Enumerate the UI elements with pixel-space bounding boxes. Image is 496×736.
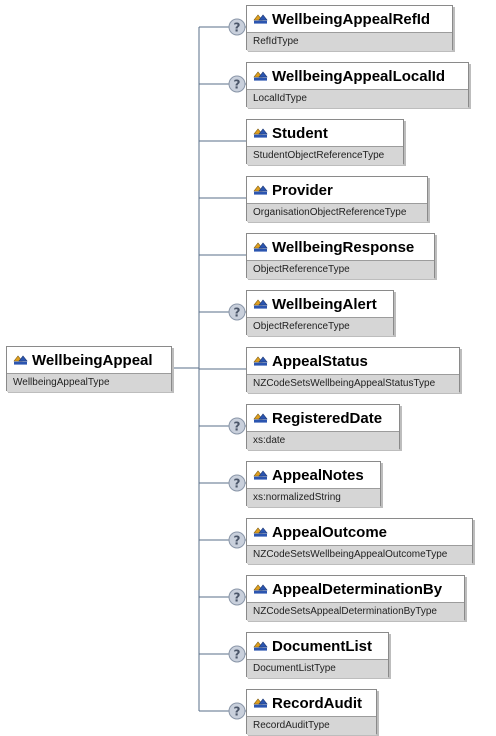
element-name: WellbeingAlert (272, 295, 377, 313)
element-name: Student (272, 124, 328, 142)
svg-text:?: ? (234, 705, 241, 719)
svg-text:?: ? (234, 420, 241, 434)
child-element-appealnotes[interactable]: AppealNotes xs:normalizedString (246, 461, 381, 507)
svg-text:?: ? (234, 648, 241, 662)
child-element-registereddate[interactable]: RegisteredDate xs:date (246, 404, 400, 450)
element-icon (253, 639, 269, 653)
optional-marker-icon: ? (228, 474, 246, 492)
optional-marker-icon: ? (228, 702, 246, 720)
root-element-type: WellbeingAppealType (7, 373, 171, 392)
element-icon (253, 696, 269, 710)
element-name: WellbeingAppealLocalId (272, 67, 446, 85)
element-type: ObjectReferenceType (247, 317, 393, 336)
element-name: DocumentList (272, 637, 373, 655)
element-type: RefIdType (247, 32, 452, 51)
child-element-student[interactable]: Student StudentObjectReferenceType (246, 119, 404, 165)
element-icon (253, 126, 269, 140)
element-type: RecordAuditType (247, 716, 376, 735)
optional-marker-icon: ? (228, 75, 246, 93)
child-element-recordaudit[interactable]: RecordAudit RecordAuditType (246, 689, 377, 735)
child-element-provider[interactable]: Provider OrganisationObjectReferenceType (246, 176, 428, 222)
element-name: AppealOutcome (272, 523, 388, 541)
element-icon (253, 297, 269, 311)
element-icon (13, 353, 29, 367)
element-type: NZCodeSetsWellbeingAppealOutcomeType (247, 545, 472, 564)
child-element-appealstatus[interactable]: AppealStatus NZCodeSetsWellbeingAppealSta… (246, 347, 460, 393)
element-name: WellbeingResponse (272, 238, 415, 256)
element-type: LocalIdType (247, 89, 468, 108)
element-name: RecordAudit (272, 694, 362, 712)
optional-marker-icon: ? (228, 417, 246, 435)
element-name: AppealDeterminationBy (272, 580, 443, 598)
child-element-wellbeingappealrefid[interactable]: WellbeingAppealRefId RefIdType (246, 5, 453, 51)
child-element-appealdeterminationby[interactable]: AppealDeterminationBy NZCodeSetsAppealDet… (246, 575, 465, 621)
svg-text:?: ? (234, 306, 241, 320)
svg-text:?: ? (234, 534, 241, 548)
element-icon (253, 354, 269, 368)
child-element-wellbeingappeallocalid[interactable]: WellbeingAppealLocalId LocalIdType (246, 62, 469, 108)
svg-text:?: ? (234, 21, 241, 35)
element-type: DocumentListType (247, 659, 388, 678)
element-name: WellbeingAppealRefId (272, 10, 431, 28)
child-element-documentlist[interactable]: DocumentList DocumentListType (246, 632, 389, 678)
svg-text:?: ? (234, 78, 241, 92)
element-icon (253, 12, 269, 26)
element-icon (253, 183, 269, 197)
element-type: ObjectReferenceType (247, 260, 434, 279)
element-type: NZCodeSetsWellbeingAppealStatusType (247, 374, 459, 393)
optional-marker-icon: ? (228, 531, 246, 549)
element-name: RegisteredDate (272, 409, 383, 427)
root-element-wellbeingappeal[interactable]: WellbeingAppeal WellbeingAppealType (6, 346, 172, 392)
element-type: StudentObjectReferenceType (247, 146, 403, 165)
optional-marker-icon: ? (228, 18, 246, 36)
element-icon (253, 582, 269, 596)
child-element-wellbeingresponse[interactable]: WellbeingResponse ObjectReferenceType (246, 233, 435, 279)
optional-marker-icon: ? (228, 303, 246, 321)
element-icon (253, 240, 269, 254)
root-element-name: WellbeingAppeal (32, 351, 153, 369)
element-name: Provider (272, 181, 333, 199)
element-icon (253, 69, 269, 83)
element-icon (253, 525, 269, 539)
element-type: OrganisationObjectReferenceType (247, 203, 427, 222)
svg-text:?: ? (234, 477, 241, 491)
element-type: xs:date (247, 431, 399, 450)
svg-text:?: ? (234, 591, 241, 605)
child-element-wellbeingalert[interactable]: WellbeingAlert ObjectReferenceType (246, 290, 394, 336)
element-icon (253, 411, 269, 425)
child-element-appealoutcome[interactable]: AppealOutcome NZCodeSetsWellbeingAppealOu… (246, 518, 473, 564)
element-type: NZCodeSetsAppealDeterminationByType (247, 602, 464, 621)
element-type: xs:normalizedString (247, 488, 380, 507)
optional-marker-icon: ? (228, 645, 246, 663)
element-icon (253, 468, 269, 482)
element-name: AppealStatus (272, 352, 368, 370)
optional-marker-icon: ? (228, 588, 246, 606)
element-name: AppealNotes (272, 466, 364, 484)
